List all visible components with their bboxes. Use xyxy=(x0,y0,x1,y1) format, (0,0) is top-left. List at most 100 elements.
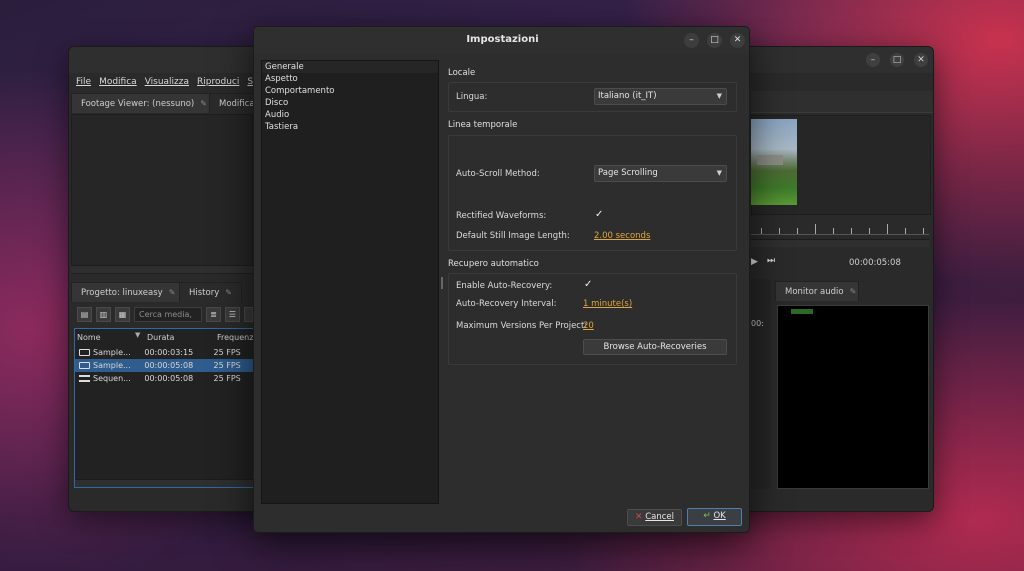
media-name: Sample... xyxy=(93,361,131,370)
category-generale[interactable]: Generale xyxy=(262,61,438,73)
close-icon[interactable]: ✕ xyxy=(914,53,928,67)
viewer-ruler[interactable] xyxy=(751,219,929,235)
section-timeline-title: Linea temporale xyxy=(448,120,518,130)
recovery-interval-value[interactable]: 1 minute(s) xyxy=(583,299,632,309)
media-name: Sample... xyxy=(93,348,131,357)
pin-icon[interactable]: ✎ xyxy=(850,287,857,296)
column-name[interactable]: Nome xyxy=(77,331,101,345)
maximize-icon[interactable]: □ xyxy=(890,53,904,67)
language-label: Lingua: xyxy=(456,92,488,102)
max-versions-value[interactable]: 20 xyxy=(583,321,594,331)
rectified-waveforms-label: Rectified Waveforms: xyxy=(456,211,547,221)
tree-view-icon[interactable]: ☰ xyxy=(225,307,240,322)
footage-viewer-area xyxy=(71,114,253,274)
settings-dialog: Impostazioni – □ ✕ Generale Aspetto Comp… xyxy=(253,26,750,533)
timeline-partial-timecode: 00: xyxy=(751,319,764,328)
footage-scrollbar[interactable] xyxy=(71,265,253,273)
open-file-icon[interactable]: ▥ xyxy=(96,307,111,322)
menu-view[interactable]: Visualizza xyxy=(145,73,189,91)
tab-monitor-audio-label: Monitor audio xyxy=(785,287,844,297)
cancel-button[interactable]: ✕ Cancel xyxy=(627,509,682,526)
rectified-waveforms-checkbox[interactable]: ✓ xyxy=(595,209,603,220)
cancel-x-icon: ✕ xyxy=(634,512,643,522)
sort-arrow-icon: ▼ xyxy=(135,331,141,339)
autoscroll-label: Auto-Scroll Method: xyxy=(456,169,540,179)
list-view-icon[interactable]: ≣ xyxy=(206,307,221,322)
tab-project-label: Progetto: linuxeasy xyxy=(81,288,163,298)
close-icon[interactable]: ✕ xyxy=(730,33,745,48)
media-row[interactable]: Sequen... 00:00:05:08 25 FPS xyxy=(75,372,253,385)
viewer-scrollbar[interactable] xyxy=(751,239,929,247)
still-length-value[interactable]: 2.00 seconds xyxy=(594,231,650,241)
menu-file[interactable]: File xyxy=(76,73,91,91)
chevron-down-icon: ▼ xyxy=(716,169,722,177)
column-duration[interactable]: Durata xyxy=(147,331,174,345)
recovery-interval-label: Auto-Recovery Interval: xyxy=(456,299,557,309)
save-file-icon[interactable]: ▦ xyxy=(115,307,130,322)
tab-footage-viewer[interactable]: Footage Viewer: (nessuno) ✎ xyxy=(71,93,217,113)
media-fps: 25 FPS xyxy=(213,374,241,383)
minimize-icon[interactable]: – xyxy=(684,33,699,48)
pin-icon[interactable]: ✎ xyxy=(225,288,232,297)
play-icon[interactable]: ▶ xyxy=(751,257,758,267)
audio-monitor xyxy=(777,305,929,489)
ok-check-icon: ↵ xyxy=(703,511,711,521)
pin-icon[interactable]: ✎ xyxy=(200,99,207,108)
media-search-input[interactable]: Cerca media, ... xyxy=(134,307,202,332)
media-name: Sequen... xyxy=(93,374,131,383)
language-select[interactable]: Italiano (it_IT) ▼ xyxy=(594,88,727,105)
media-list: Nome ▼ Durata Frequenza Sample... 00:00:… xyxy=(74,328,258,488)
media-duration: 00:00:05:08 xyxy=(144,361,194,370)
section-recovery-title: Recupero automatico xyxy=(448,259,539,269)
dialog-title: Impostazioni xyxy=(466,34,539,45)
category-comportamento[interactable]: Comportamento xyxy=(262,85,438,97)
sequence-icon xyxy=(79,375,90,382)
skip-end-icon[interactable]: ⏭ xyxy=(767,256,775,266)
tab-footage-viewer-label: Footage Viewer: (nessuno) xyxy=(81,99,195,109)
category-tastiera[interactable]: Tastiera xyxy=(262,121,438,133)
cancel-button-label: Cancel xyxy=(645,512,675,522)
tab-monitor-audio[interactable]: Monitor audio ✎ xyxy=(775,281,859,301)
autoscroll-select[interactable]: Page Scrolling ▼ xyxy=(594,165,727,182)
sequence-viewer-tabbar xyxy=(751,91,933,113)
new-file-icon[interactable]: ▤ xyxy=(77,307,92,322)
menu-play[interactable]: Riproduci xyxy=(197,73,239,91)
section-locale-title: Locale xyxy=(448,68,476,78)
media-row[interactable]: Sample... 00:00:03:15 25 FPS xyxy=(75,346,253,359)
tab-history[interactable]: History ✎ xyxy=(179,282,242,302)
autoscroll-select-value: Page Scrolling xyxy=(598,168,658,178)
tab-project[interactable]: Progetto: linuxeasy ✎ xyxy=(71,282,186,302)
category-aspetto[interactable]: Aspetto xyxy=(262,73,438,85)
video-icon xyxy=(79,362,90,369)
minimize-icon[interactable]: – xyxy=(866,53,880,67)
chevron-down-icon: ▼ xyxy=(716,92,722,100)
video-icon xyxy=(79,349,90,356)
media-fps: 25 FPS xyxy=(213,348,241,357)
media-row-selected[interactable]: Sample... 00:00:05:08 25 FPS xyxy=(75,359,253,372)
pin-icon[interactable]: ✎ xyxy=(169,288,176,297)
category-disco[interactable]: Disco xyxy=(262,97,438,109)
enable-recovery-label: Enable Auto-Recovery: xyxy=(456,281,553,291)
preview-house-shape xyxy=(757,155,783,165)
icon-view-icon[interactable] xyxy=(244,307,253,322)
media-list-scrollbar[interactable] xyxy=(75,479,253,487)
audio-level-meter xyxy=(791,309,813,314)
browse-auto-recoveries-button[interactable]: Browse Auto-Recoveries xyxy=(583,339,727,355)
language-select-value: Italiano (it_IT) xyxy=(598,91,657,101)
menu-edit[interactable]: Modifica xyxy=(99,73,137,91)
viewer-timecode: 00:00:05:08 xyxy=(849,258,901,268)
menu-bar: File Modifica Visualizza Riproduci Seq xyxy=(69,73,264,91)
max-versions-label: Maximum Versions Per Project: xyxy=(456,321,588,331)
ok-button-label: OK xyxy=(713,511,726,521)
maximize-icon[interactable]: □ xyxy=(707,33,722,48)
media-duration: 00:00:05:08 xyxy=(144,374,194,383)
panel-splitter-handle[interactable] xyxy=(441,277,443,289)
media-fps: 25 FPS xyxy=(213,361,241,370)
tab-history-label: History xyxy=(189,288,220,298)
tab-modify-label: Modifica xyxy=(219,99,255,109)
settings-category-list: Generale Aspetto Comportamento Disco Aud… xyxy=(261,60,439,504)
enable-recovery-checkbox[interactable]: ✓ xyxy=(584,279,592,290)
category-audio[interactable]: Audio xyxy=(262,109,438,121)
ok-button[interactable]: ↵ OK xyxy=(687,508,742,526)
still-length-label: Default Still Image Length: xyxy=(456,231,570,241)
